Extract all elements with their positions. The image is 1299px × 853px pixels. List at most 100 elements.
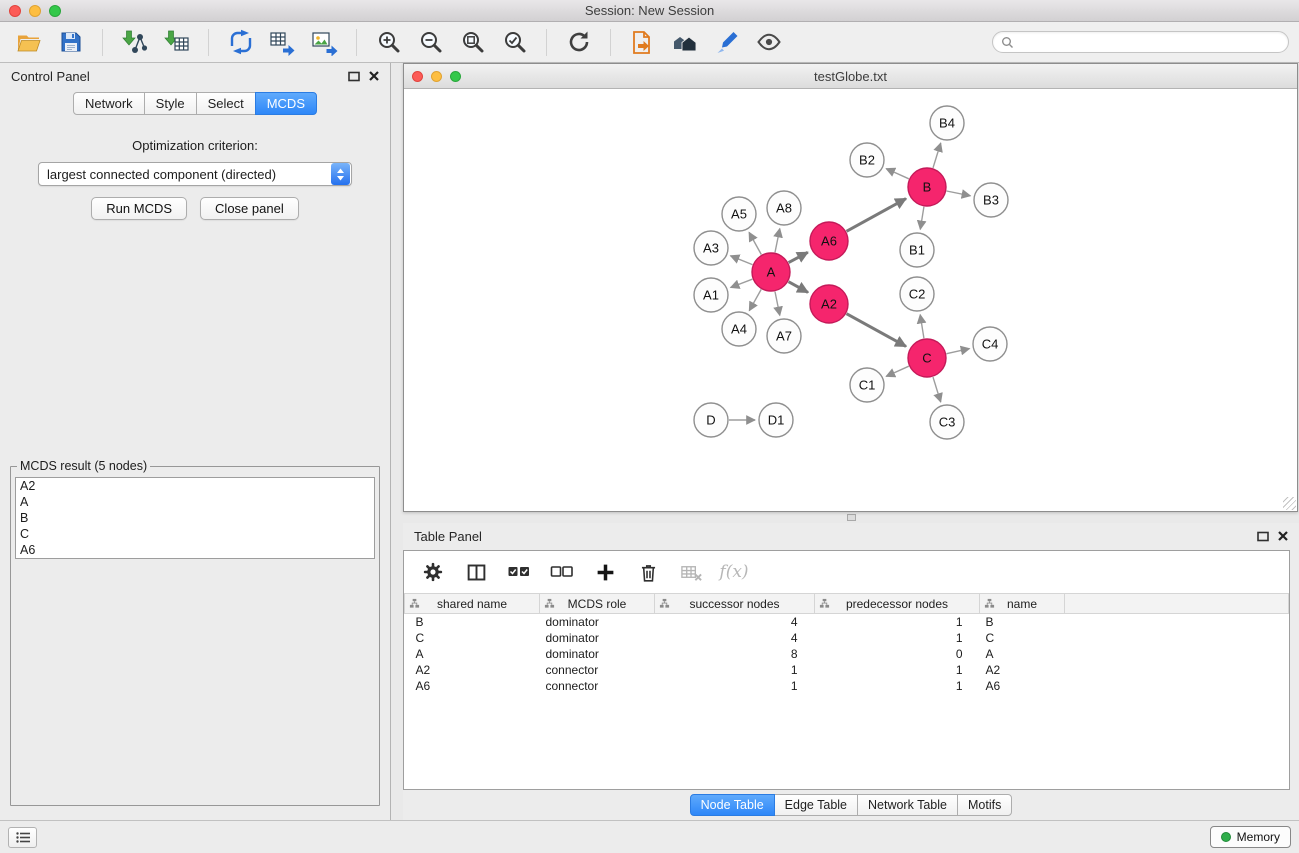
zoom-selected-button[interactable] xyxy=(496,25,533,59)
close-panel-button[interactable] xyxy=(369,71,379,81)
float-table-panel-button[interactable] xyxy=(1257,531,1269,542)
save-session-button[interactable] xyxy=(52,25,89,59)
graph-node-B2[interactable]: B2 xyxy=(850,143,884,177)
graph-edge-A-A3[interactable] xyxy=(731,256,753,265)
export-document-button[interactable] xyxy=(624,25,661,59)
graph-node-B1[interactable]: B1 xyxy=(900,233,934,267)
graph-edge-B-B3[interactable] xyxy=(947,191,971,196)
tab-edge-table[interactable]: Edge Table xyxy=(774,794,858,816)
graph-node-B4[interactable]: B4 xyxy=(930,106,964,140)
graph-edge-C-C4[interactable] xyxy=(947,349,970,354)
function-builder-button[interactable]: f(x) xyxy=(721,559,747,585)
mcds-result-item[interactable]: A2 xyxy=(16,478,374,494)
graph-node-A1[interactable]: A1 xyxy=(694,278,728,312)
horizontal-splitter[interactable] xyxy=(403,512,1299,523)
graph-edge-A-A4[interactable] xyxy=(749,289,761,310)
network-maximize-button[interactable] xyxy=(450,71,461,82)
table-settings-button[interactable] xyxy=(420,559,446,585)
tab-network-table[interactable]: Network Table xyxy=(857,794,958,816)
table-row[interactable]: Cdominator41C xyxy=(405,630,1289,646)
column-header-successor-nodes[interactable]: successor nodes xyxy=(655,594,815,614)
table-row[interactable]: A6connector11A6 xyxy=(405,678,1289,694)
search-field[interactable] xyxy=(992,31,1289,53)
network-minimize-button[interactable] xyxy=(431,71,442,82)
zoom-fit-button[interactable] xyxy=(454,25,491,59)
network-close-button[interactable] xyxy=(412,71,423,82)
memory-button[interactable]: Memory xyxy=(1210,826,1291,848)
close-panel-action-button[interactable]: Close panel xyxy=(200,197,299,220)
graph-node-A7[interactable]: A7 xyxy=(767,319,801,353)
open-file-button[interactable] xyxy=(10,25,47,59)
tab-select[interactable]: Select xyxy=(196,92,256,115)
graph-edge-A-A8[interactable] xyxy=(775,229,780,253)
minimize-window-button[interactable] xyxy=(29,5,41,17)
graph-edge-A-A6[interactable] xyxy=(789,252,808,262)
deselect-all-button[interactable] xyxy=(549,559,575,585)
graph-node-B3[interactable]: B3 xyxy=(974,183,1008,217)
graph-node-D[interactable]: D xyxy=(694,403,728,437)
search-input[interactable] xyxy=(1019,35,1280,49)
session-arrows-button[interactable] xyxy=(222,25,259,59)
export-table-button[interactable] xyxy=(264,25,301,59)
graph-edge-A2-C[interactable] xyxy=(847,314,907,347)
graph-node-A5[interactable]: A5 xyxy=(722,197,756,231)
show-hide-button[interactable] xyxy=(750,25,787,59)
network-canvas[interactable]: B4B2BB3A5A8A6B1A3AC2A1A2A4A7C4CC1C3DD1 xyxy=(404,89,1297,511)
import-network-button[interactable] xyxy=(116,25,153,59)
delete-column-button[interactable] xyxy=(635,559,661,585)
table-row[interactable]: Bdominator41B xyxy=(405,614,1289,630)
graph-node-C3[interactable]: C3 xyxy=(930,405,964,439)
column-header-predecessor-nodes[interactable]: predecessor nodes xyxy=(815,594,980,614)
show-columns-button[interactable] xyxy=(463,559,489,585)
import-table-button[interactable] xyxy=(158,25,195,59)
graph-edge-A-A2[interactable] xyxy=(789,282,809,293)
graph-node-D1[interactable]: D1 xyxy=(759,403,793,437)
node-table[interactable]: shared nameMCDS rolesuccessor nodesprede… xyxy=(404,593,1289,789)
graph-node-C2[interactable]: C2 xyxy=(900,277,934,311)
zoom-out-button[interactable] xyxy=(412,25,449,59)
graph-node-A3[interactable]: A3 xyxy=(694,231,728,265)
graph-edge-A6-B[interactable] xyxy=(847,199,907,232)
close-window-button[interactable] xyxy=(9,5,21,17)
mcds-result-item[interactable]: A6 xyxy=(16,542,374,558)
mcds-result-item[interactable]: A xyxy=(16,494,374,510)
mcds-result-item[interactable]: B xyxy=(16,510,374,526)
graph-edge-A-A5[interactable] xyxy=(749,232,761,254)
graphics-details-button[interactable] xyxy=(708,25,745,59)
add-column-button[interactable] xyxy=(592,559,618,585)
mcds-result-list[interactable]: A2ABCA6 xyxy=(15,477,375,559)
graph-edge-A-A1[interactable] xyxy=(731,279,753,287)
graph-edge-B-B1[interactable] xyxy=(920,207,924,230)
close-table-panel-button[interactable] xyxy=(1278,531,1288,541)
graph-node-C4[interactable]: C4 xyxy=(973,327,1007,361)
graph-node-B[interactable]: B xyxy=(908,168,946,206)
tab-motifs[interactable]: Motifs xyxy=(957,794,1012,816)
run-mcds-button[interactable]: Run MCDS xyxy=(91,197,187,220)
graph-edge-B-B4[interactable] xyxy=(933,143,941,168)
graph-edge-C-C1[interactable] xyxy=(886,366,909,376)
graph-node-A8[interactable]: A8 xyxy=(767,191,801,225)
splitter-grip-icon[interactable] xyxy=(847,514,856,521)
refresh-button[interactable] xyxy=(560,25,597,59)
graph-edge-C-C2[interactable] xyxy=(920,315,924,339)
tab-style[interactable]: Style xyxy=(144,92,197,115)
graph-edge-B-B2[interactable] xyxy=(886,169,909,179)
zoom-in-button[interactable] xyxy=(370,25,407,59)
mcds-result-item[interactable]: C xyxy=(16,526,374,542)
export-image-button[interactable] xyxy=(306,25,343,59)
column-header-name[interactable]: name xyxy=(980,594,1065,614)
graph-node-A4[interactable]: A4 xyxy=(722,312,756,346)
tab-network[interactable]: Network xyxy=(73,92,145,115)
tab-mcds[interactable]: MCDS xyxy=(255,92,317,115)
resize-handle[interactable] xyxy=(1283,497,1296,510)
graph-node-A6[interactable]: A6 xyxy=(810,222,848,260)
graph-node-C[interactable]: C xyxy=(908,339,946,377)
table-row[interactable]: A2connector11A2 xyxy=(405,662,1289,678)
optimization-criterion-dropdown[interactable]: largest connected component (directed) xyxy=(38,162,352,186)
graph-node-A[interactable]: A xyxy=(752,253,790,291)
table-row[interactable]: Adominator80A xyxy=(405,646,1289,662)
delete-table-button[interactable] xyxy=(678,559,704,585)
maximize-window-button[interactable] xyxy=(49,5,61,17)
home-button[interactable] xyxy=(666,25,703,59)
graph-edge-A-A7[interactable] xyxy=(775,292,780,316)
